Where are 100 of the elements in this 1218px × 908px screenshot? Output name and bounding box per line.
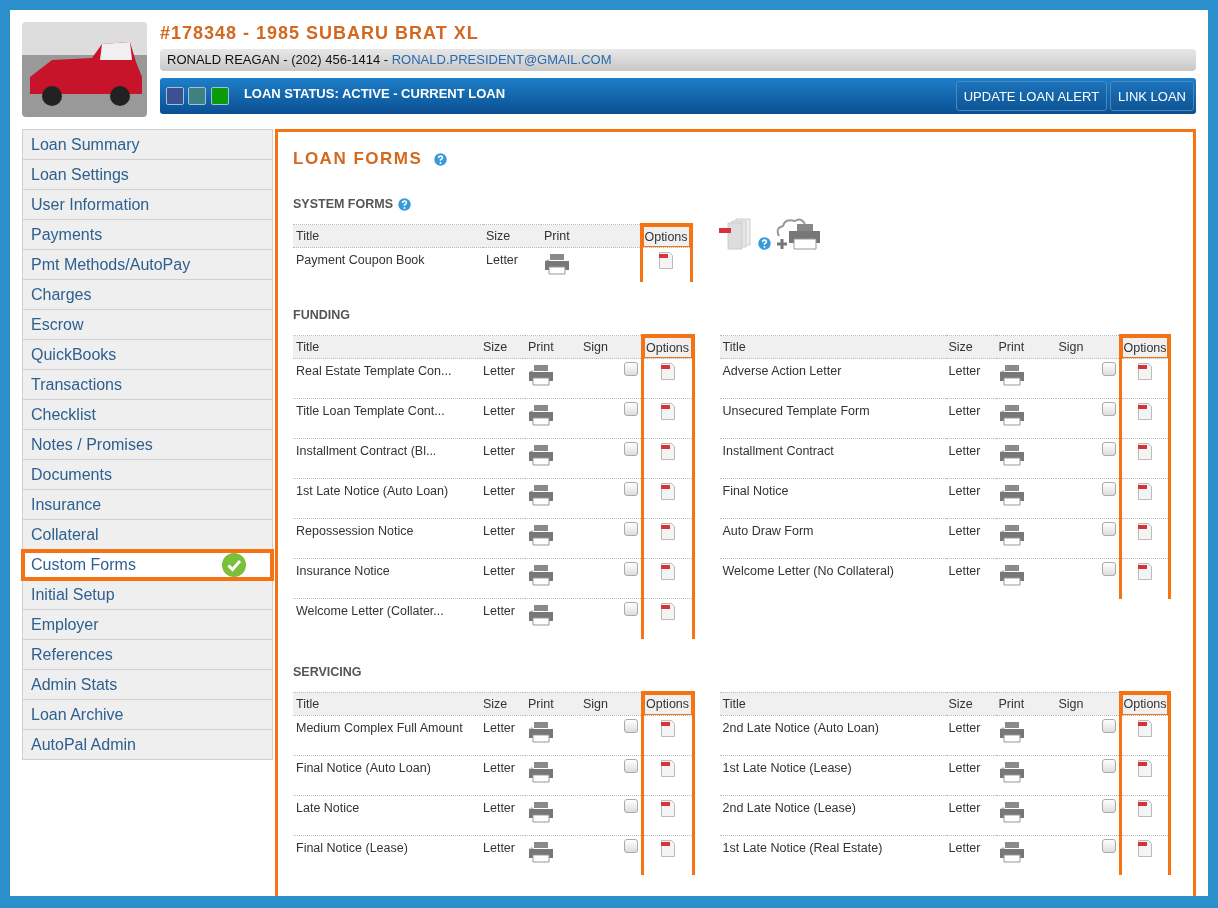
sidebar-item[interactable]: Escrow [22,310,273,340]
sign-checkbox[interactable] [623,362,638,376]
help-icon[interactable] [757,237,771,250]
sign-checkbox[interactable] [1102,522,1116,536]
printer-icon[interactable] [998,364,1025,386]
printer-icon[interactable] [528,800,554,823]
pdf-document-icon[interactable] [1137,403,1153,420]
sidebar-item[interactable]: Payments [22,220,273,250]
form-title[interactable]: Auto Draw Form [719,518,946,559]
form-title[interactable]: Late Notice [293,795,480,835]
form-title[interactable]: Final Notice (Auto Loan) [293,755,480,795]
form-title[interactable]: Welcome Letter (No Collateral) [719,558,946,599]
pdf-document-icon[interactable] [1137,523,1153,540]
form-title[interactable]: Medium Complex Full Amount [293,715,480,755]
printer-icon[interactable] [528,404,554,426]
sidebar-item[interactable]: Loan Settings [22,160,273,190]
printer-icon[interactable] [998,720,1025,743]
printer-icon[interactable] [528,524,554,546]
sign-checkbox[interactable] [623,562,638,576]
form-title[interactable]: Final Notice [719,478,946,519]
sign-checkbox[interactable] [623,482,638,496]
sign-checkbox[interactable] [1102,402,1116,416]
form-title[interactable]: Insurance Notice [293,558,480,599]
pdf-document-icon[interactable] [1137,483,1153,500]
sidebar-item[interactable]: Pmt Methods/AutoPay [22,250,273,280]
help-icon[interactable] [398,197,411,211]
form-title[interactable]: 1st Late Notice (Lease) [719,755,946,795]
sidebar-item[interactable]: AutoPal Admin [22,730,273,760]
sign-checkbox[interactable] [1102,798,1116,813]
sign-checkbox[interactable] [623,798,638,813]
printer-icon[interactable] [998,484,1025,506]
sidebar-item[interactable]: Loan Summary [22,129,273,160]
help-icon[interactable] [434,152,448,166]
sidebar-item[interactable]: Collateral [22,520,273,550]
sign-checkbox[interactable] [1102,838,1116,853]
sidebar-item[interactable]: Charges [22,280,273,310]
sidebar-item[interactable]: Transactions [22,370,273,400]
form-title[interactable]: 2nd Late Notice (Auto Loan) [719,715,946,755]
pdf-document-icon[interactable] [659,363,676,380]
sidebar-item[interactable]: Checklist [22,400,273,430]
sign-checkbox[interactable] [623,838,638,853]
sidebar-item[interactable]: User Information [22,190,273,220]
sign-checkbox[interactable] [623,758,638,773]
printer-icon[interactable] [998,564,1025,586]
header-button[interactable]: LINK LOAN [1110,81,1194,111]
status-swatch[interactable] [210,87,229,105]
printer-icon[interactable] [998,404,1025,426]
sign-checkbox[interactable] [1102,442,1116,456]
sidebar-item[interactable]: Documents [22,460,273,490]
pdf-document-icon[interactable] [1137,759,1153,777]
sidebar-item[interactable]: Initial Setup [22,580,273,610]
sidebar-item[interactable]: Insurance [22,490,273,520]
sign-checkbox[interactable] [623,402,638,416]
form-title[interactable]: 1st Late Notice (Real Estate) [719,835,946,875]
form-title[interactable]: Installment Contract [719,438,946,479]
status-swatch[interactable] [166,87,184,105]
pdf-document-icon[interactable] [1137,839,1153,857]
sidebar-item[interactable]: Notes / Promises [22,430,273,460]
form-title[interactable]: Real Estate Template Con... [293,358,480,399]
printer-icon[interactable] [528,604,554,626]
header-button[interactable]: UPDATE LOAN ALERT [955,81,1108,111]
sidebar-item[interactable]: Loan Archive [22,700,273,730]
printer-icon[interactable] [998,800,1025,823]
sidebar-item[interactable]: Admin Stats [22,670,273,700]
printer-icon[interactable] [998,444,1025,466]
form-title[interactable]: Title Loan Template Cont... [293,398,480,439]
printer-icon[interactable] [998,760,1025,783]
pdf-document-icon[interactable] [659,719,676,737]
sign-checkbox[interactable] [1102,362,1116,376]
sign-checkbox[interactable] [623,522,638,536]
sidebar-item[interactable]: References [22,640,273,670]
pdf-document-icon[interactable] [1137,443,1153,460]
printer-icon[interactable] [528,564,554,586]
form-title[interactable]: Repossession Notice [293,518,480,559]
pdf-document-icon[interactable] [658,252,674,269]
sign-checkbox[interactable] [623,442,638,456]
form-title[interactable]: Final Notice (Lease) [293,835,480,875]
form-title[interactable]: 2nd Late Notice (Lease) [719,795,946,835]
sidebar-item[interactable]: Custom Forms [22,550,273,580]
pdf-document-icon[interactable] [659,603,676,620]
sign-checkbox[interactable] [1102,758,1116,773]
pdf-document-icon[interactable] [659,759,676,777]
printer-icon[interactable] [544,253,570,275]
pdf-document-icon[interactable] [659,403,676,420]
form-title[interactable]: Welcome Letter (Collater... [293,598,480,639]
pdf-document-icon[interactable] [1137,799,1153,817]
status-swatch[interactable] [188,87,207,105]
sign-checkbox[interactable] [623,718,638,733]
printer-icon[interactable] [528,444,554,466]
printer-icon[interactable] [528,720,554,743]
pdf-document-icon[interactable] [659,523,676,540]
pdf-document-icon[interactable] [659,483,676,500]
form-title[interactable]: Unsecured Template Form [719,398,946,439]
pdf-document-icon[interactable] [659,563,676,580]
pdf-document-icon[interactable] [1137,563,1153,580]
sign-checkbox[interactable] [1102,482,1116,496]
stacked-documents-icon[interactable] [717,218,754,250]
sign-checkbox[interactable] [1102,718,1116,733]
email-link[interactable]: RONALD.PRESIDENT@GMAIL.COM [391,52,612,67]
printer-icon[interactable] [528,760,554,783]
